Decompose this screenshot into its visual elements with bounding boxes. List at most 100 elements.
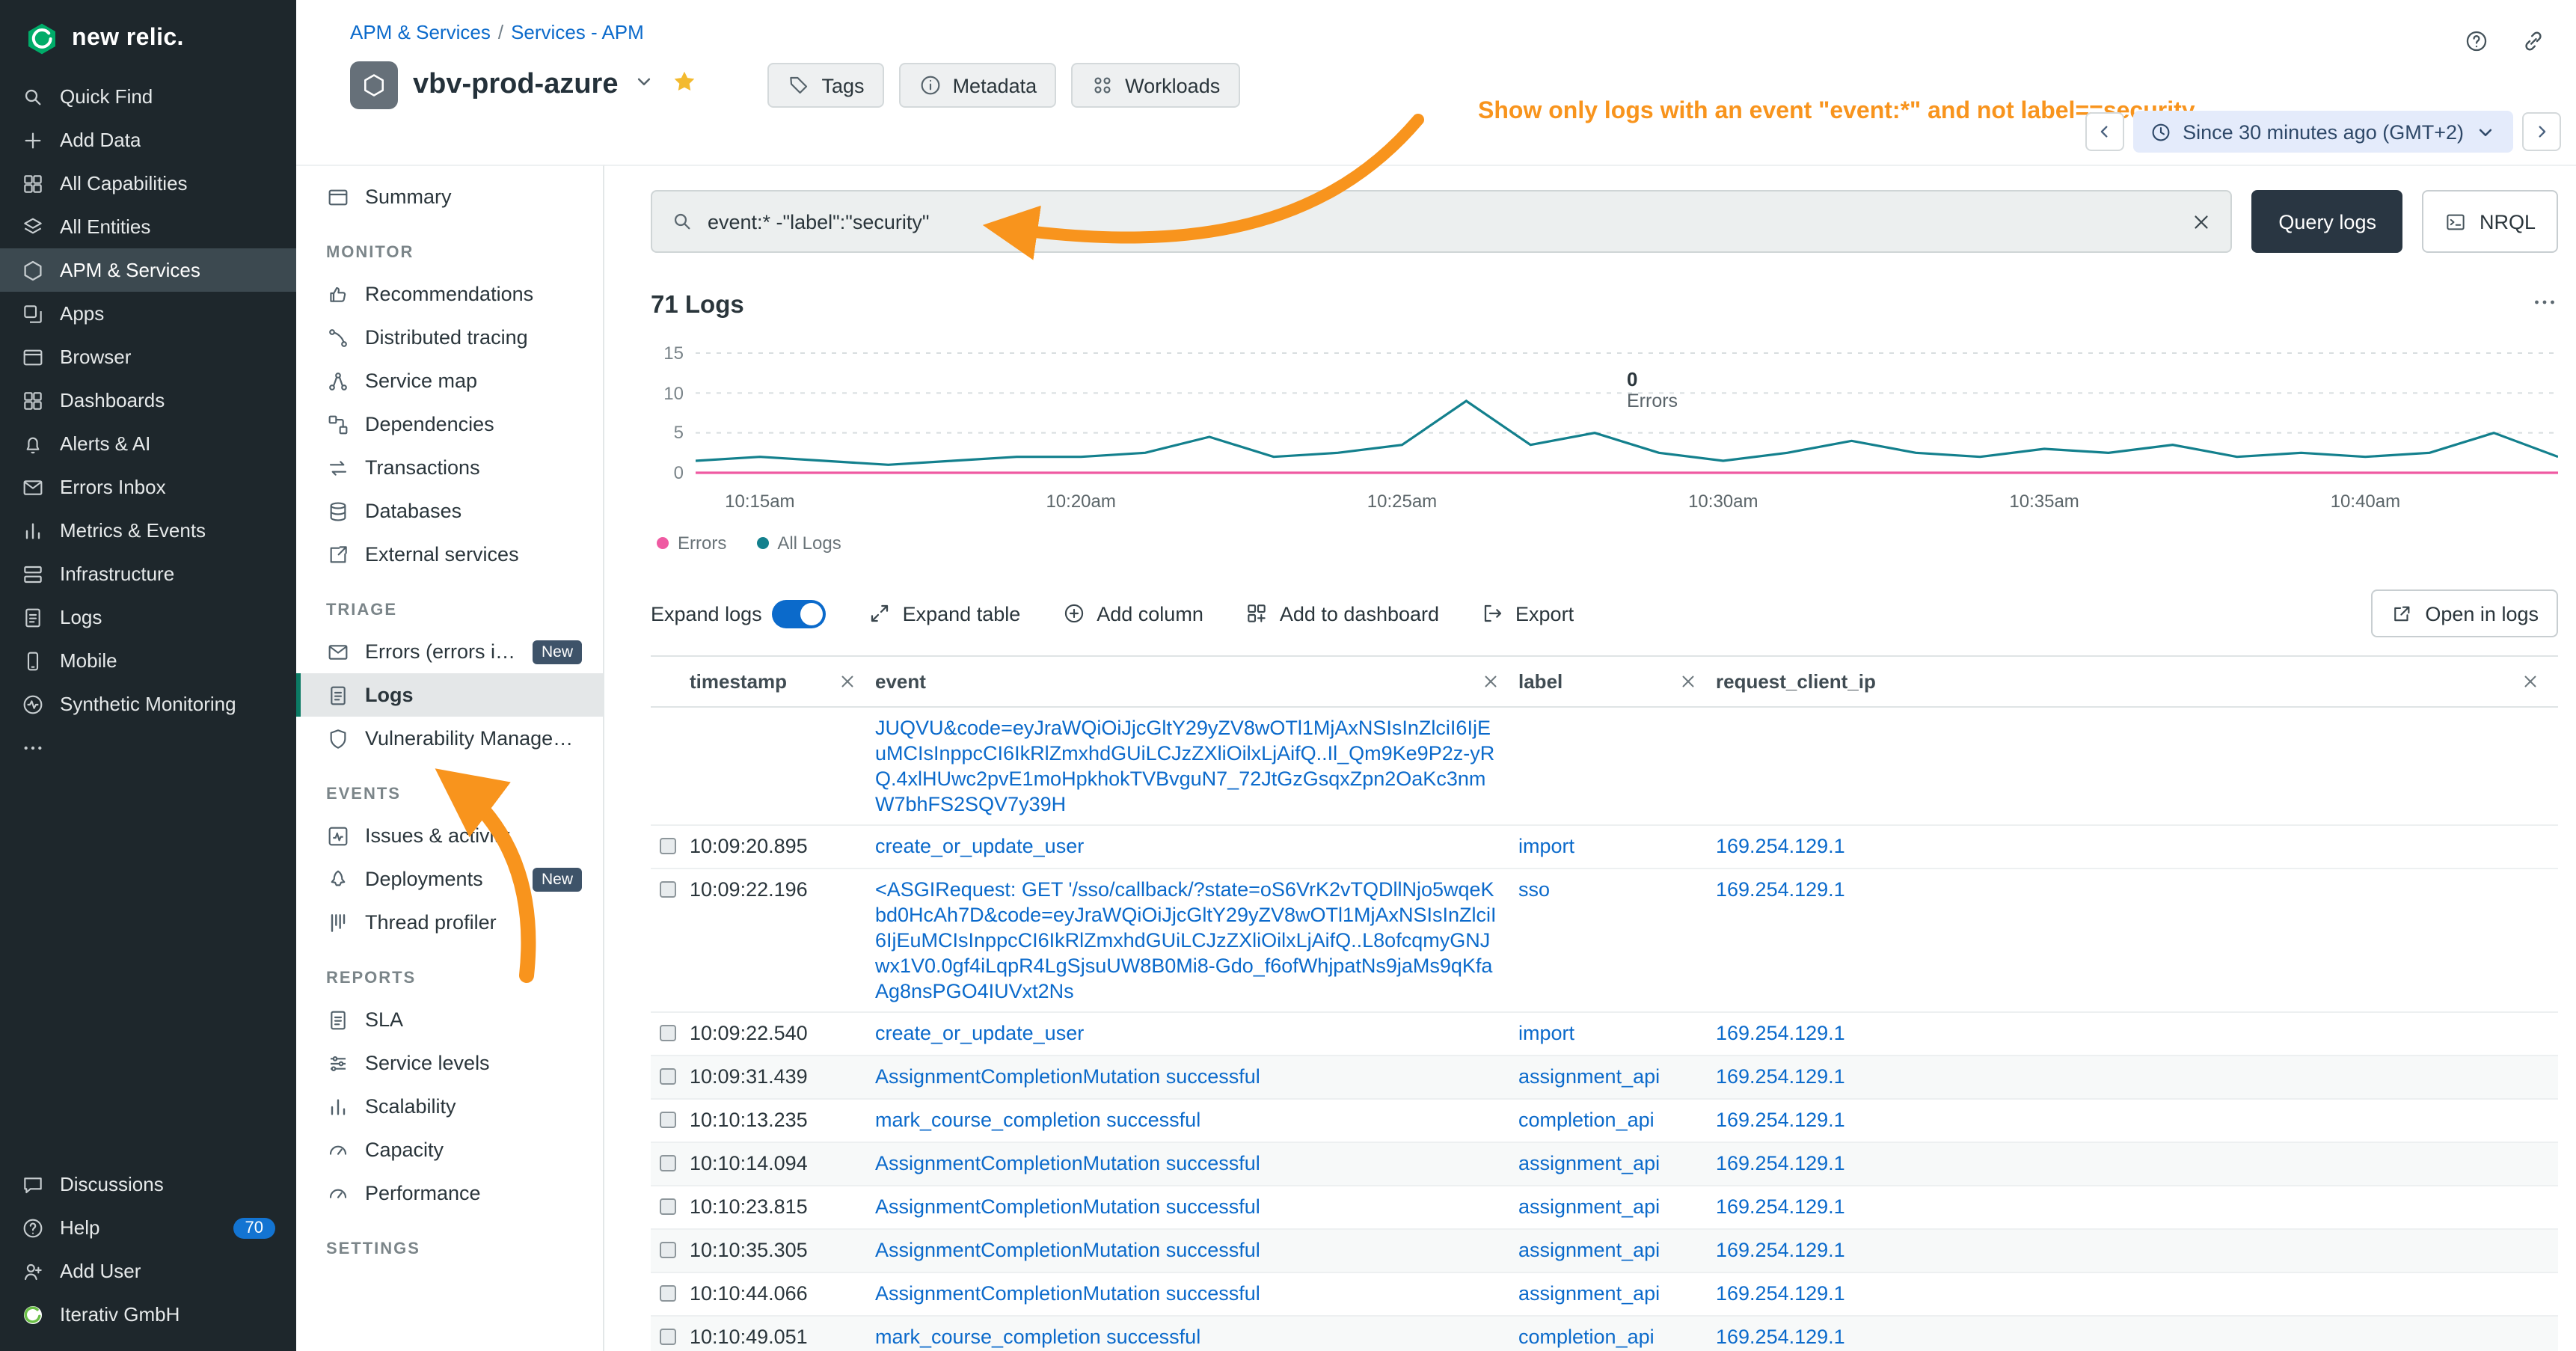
row-expand-toggle[interactable] [660, 1198, 676, 1215]
label-link[interactable]: assignment_api [1518, 1281, 1698, 1306]
table-row[interactable]: JUQVU&code=eyJraWQiOiJjcGltY29yZV8wOTl1M… [651, 708, 2558, 826]
breadcrumb-link-apm[interactable]: APM & Services [350, 21, 491, 43]
expand-logs-toggle[interactable] [773, 599, 827, 628]
header-label[interactable]: label [1518, 670, 1716, 693]
row-expand-toggle[interactable] [660, 1285, 676, 1302]
request-client-ip-link[interactable]: 169.254.129.1 [1716, 1194, 2540, 1219]
table-row[interactable]: 10:09:31.439AssignmentCompletionMutation… [651, 1056, 2558, 1100]
subnav-item-service-levels[interactable]: Service levels [296, 1041, 603, 1085]
subnav-item-service-map[interactable]: Service map [296, 359, 603, 402]
copy-link-button[interactable] [2510, 18, 2555, 63]
sidebar-item-synthetic-monitoring[interactable]: Synthetic Monitoring [0, 682, 296, 726]
sidebar-item-errors-inbox[interactable]: Errors Inbox [0, 465, 296, 509]
workloads-button[interactable]: Workloads [1071, 63, 1239, 108]
table-row[interactable]: 10:10:23.815AssignmentCompletionMutation… [651, 1186, 2558, 1230]
row-expand-toggle[interactable] [660, 838, 676, 854]
subnav-item-errors-errors-inb[interactable]: Errors (errors inb...New [296, 630, 603, 673]
event-link[interactable]: AssignmentCompletionMutation successful [875, 1281, 1500, 1306]
log-query-input[interactable] [708, 210, 2177, 233]
subnav-item-transactions[interactable]: Transactions [296, 446, 603, 489]
subnav-item-thread-profiler[interactable]: Thread profiler [296, 901, 603, 944]
request-client-ip-link[interactable]: 169.254.129.1 [1716, 1064, 2540, 1089]
subnav-item-databases[interactable]: Databases [296, 489, 603, 533]
time-forward-button[interactable] [2522, 112, 2561, 151]
remove-column-icon[interactable] [838, 672, 857, 691]
subnav-item-deployments[interactable]: DeploymentsNew [296, 857, 603, 901]
sidebar-item-quick-find[interactable]: Quick Find [0, 75, 296, 118]
label-link[interactable]: assignment_api [1518, 1194, 1698, 1219]
sidebar-item-apm-services[interactable]: APM & Services [0, 248, 296, 292]
event-link[interactable]: create_or_update_user [875, 833, 1500, 859]
request-client-ip-link[interactable]: 169.254.129.1 [1716, 1020, 2540, 1046]
subnav-item-recommendations[interactable]: Recommendations [296, 272, 603, 316]
subnav-item-capacity[interactable]: Capacity [296, 1128, 603, 1171]
help-button[interactable] [2453, 18, 2498, 63]
subnav-item-dependencies[interactable]: Dependencies [296, 402, 603, 446]
label-link[interactable]: import [1518, 1020, 1698, 1046]
table-row[interactable]: 10:10:14.094AssignmentCompletionMutation… [651, 1143, 2558, 1186]
sidebar-item-mobile[interactable]: Mobile [0, 639, 296, 682]
sidebar-item-add-user[interactable]: Add User [0, 1249, 296, 1293]
table-row[interactable]: 10:10:13.235mark_course_completion succe… [651, 1100, 2558, 1143]
table-row[interactable]: 10:10:49.051mark_course_completion succe… [651, 1317, 2558, 1351]
subnav-item-issues-activity[interactable]: Issues & activity [296, 814, 603, 857]
entity-switcher-caret-icon[interactable] [634, 70, 656, 100]
row-expand-toggle[interactable] [660, 1329, 676, 1345]
label-link[interactable]: import [1518, 833, 1698, 859]
sidebar-item-discussions[interactable]: Discussions [0, 1162, 296, 1206]
sidebar-item-alerts-ai[interactable]: Alerts & AI [0, 422, 296, 465]
row-expand-toggle[interactable] [660, 1068, 676, 1085]
chart-plot-area[interactable]: 0 Errors [696, 338, 2558, 488]
label-link[interactable]: assignment_api [1518, 1237, 1698, 1263]
label-link[interactable]: assignment_api [1518, 1064, 1698, 1089]
subnav-item-performance[interactable]: Performance [296, 1171, 603, 1215]
subnav-item-sla[interactable]: SLA [296, 998, 603, 1041]
sidebar-item-add-data[interactable]: Add Data [0, 118, 296, 162]
request-client-ip-link[interactable]: 169.254.129.1 [1716, 1237, 2540, 1263]
expand-table-button[interactable]: Expand table [868, 601, 1021, 625]
row-expand-toggle[interactable] [660, 1242, 676, 1258]
row-expand-toggle[interactable] [660, 881, 676, 898]
subnav-item-summary[interactable]: Summary [296, 175, 603, 218]
row-expand-toggle[interactable] [660, 1112, 676, 1128]
table-row[interactable]: 10:09:20.895create_or_update_userimport1… [651, 826, 2558, 869]
sidebar-item-iterativ-gmbh[interactable]: Iterativ GmbH [0, 1293, 296, 1336]
sidebar-item-dashboards[interactable]: Dashboards [0, 379, 296, 422]
event-link[interactable]: mark_course_completion successful [875, 1107, 1500, 1133]
table-row[interactable]: 10:09:22.540create_or_update_userimport1… [651, 1013, 2558, 1056]
label-link[interactable]: sso [1518, 877, 1698, 902]
header-timestamp[interactable]: timestamp [690, 670, 875, 693]
metadata-button[interactable]: Metadata [899, 63, 1057, 108]
header-event[interactable]: event [875, 670, 1518, 693]
time-back-button[interactable] [2085, 112, 2124, 151]
sidebar-item-browser[interactable]: Browser [0, 335, 296, 379]
sidebar-item-help[interactable]: Help70 [0, 1206, 296, 1249]
row-expand-toggle[interactable] [660, 1025, 676, 1041]
request-client-ip-link[interactable]: 169.254.129.1 [1716, 1281, 2540, 1306]
subnav-item-distributed-tracing[interactable]: Distributed tracing [296, 316, 603, 359]
request-client-ip-link[interactable]: 169.254.129.1 [1716, 1151, 2540, 1176]
open-in-logs-button[interactable]: Open in logs [2371, 589, 2558, 637]
new-relic-logo[interactable]: new relic. [0, 0, 296, 75]
more-options-icon[interactable] [2531, 289, 2558, 323]
add-to-dashboard-button[interactable]: Add to dashboard [1245, 601, 1439, 625]
table-row[interactable]: 10:10:44.066AssignmentCompletionMutation… [651, 1273, 2558, 1317]
nrql-button[interactable]: NRQL [2423, 190, 2558, 253]
table-row[interactable]: 10:10:35.305AssignmentCompletionMutation… [651, 1230, 2558, 1273]
tags-button[interactable]: Tags [768, 63, 884, 108]
query-logs-button[interactable]: Query logs [2251, 190, 2403, 253]
event-link[interactable]: <ASGIRequest: GET '/sso/callback/?state=… [875, 877, 1500, 1004]
row-expand-toggle[interactable] [660, 1155, 676, 1171]
header-request-client-ip[interactable]: request_client_ip [1716, 670, 2558, 693]
table-row[interactable]: 10:09:22.196<ASGIRequest: GET '/sso/call… [651, 869, 2558, 1013]
label-link[interactable]: assignment_api [1518, 1151, 1698, 1176]
sidebar-item-all-entities[interactable]: All Entities [0, 205, 296, 248]
label-link[interactable]: completion_api [1518, 1107, 1698, 1133]
legend-errors[interactable]: Errors [657, 533, 726, 554]
add-column-button[interactable]: Add column [1062, 601, 1203, 625]
sidebar-item-infrastructure[interactable]: Infrastructure [0, 552, 296, 595]
event-link[interactable]: AssignmentCompletionMutation successful [875, 1194, 1500, 1219]
remove-column-icon[interactable] [1481, 672, 1500, 691]
label-link[interactable]: completion_api [1518, 1324, 1698, 1350]
sidebar-item-metrics-events[interactable]: Metrics & Events [0, 509, 296, 552]
